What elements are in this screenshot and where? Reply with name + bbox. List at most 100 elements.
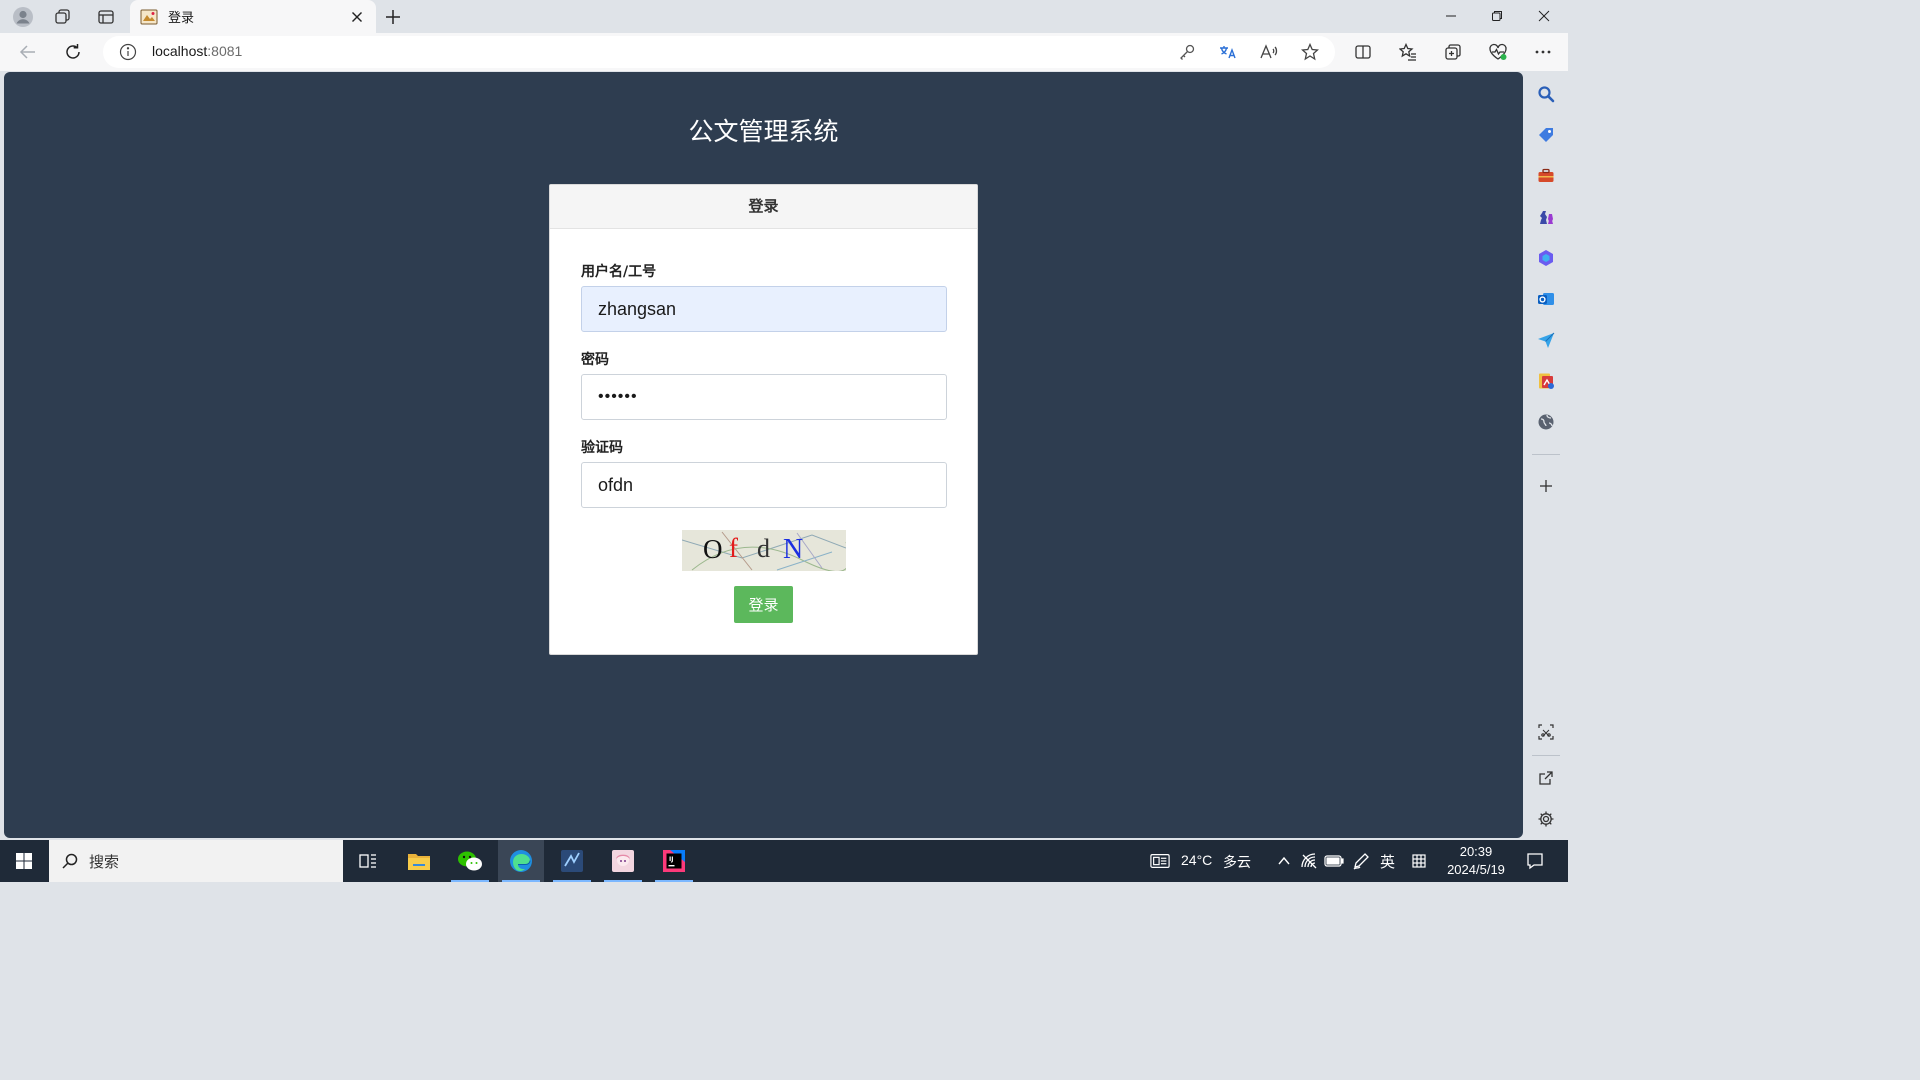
translate-button[interactable] [1217, 42, 1239, 62]
key-icon [1180, 44, 1195, 60]
captcha-input[interactable]: ofdn [581, 462, 947, 508]
profile-button[interactable] [7, 3, 39, 31]
vertical-tabs-button[interactable] [90, 3, 122, 31]
battery-icon[interactable] [1324, 851, 1344, 871]
notification-center-button[interactable] [1525, 851, 1545, 871]
tab-login[interactable]: 登录 [130, 0, 376, 33]
sidebar-office-button[interactable] [1535, 370, 1557, 392]
task-view-button[interactable] [345, 840, 391, 882]
info-icon[interactable] [119, 43, 137, 61]
search-icon [62, 853, 78, 869]
folder-icon [408, 854, 430, 870]
ime-mode-icon[interactable] [1409, 851, 1429, 871]
sidebar-web-button[interactable] [1535, 411, 1557, 433]
settings-more-button[interactable] [1528, 38, 1558, 66]
captcha-char: d [757, 534, 770, 563]
office-app-icon [1539, 373, 1554, 389]
split-screen-icon [1355, 45, 1371, 59]
tab-strip: 登录 [0, 0, 1568, 33]
login-card: 登录 用户名/工号 zhangsan 密码 •••••• 验证码 ofdn O … [549, 184, 978, 655]
sidebar-send-button[interactable] [1535, 329, 1557, 351]
collections-icon [1445, 44, 1461, 60]
username-label: 用户名/工号 [581, 264, 657, 280]
weather-icon[interactable] [1150, 851, 1170, 871]
sidebar-divider [1532, 755, 1560, 756]
gear-icon [1538, 811, 1554, 827]
collections-button[interactable] [1438, 38, 1468, 66]
network-icon[interactable] [1299, 851, 1319, 871]
taskbar-search-box[interactable]: 搜索 [49, 840, 343, 882]
address-bar[interactable]: localhost:8081 [103, 36, 1335, 68]
sidebar-screenshot-button[interactable] [1535, 721, 1557, 743]
taskbar-app-file-explorer[interactable] [396, 840, 442, 882]
password-key-button[interactable] [1176, 42, 1198, 62]
chess-icon [1540, 211, 1553, 224]
intellij-icon: IJ [663, 850, 685, 872]
taskbar-app-intellij[interactable]: IJ [651, 840, 697, 882]
back-button[interactable] [13, 38, 43, 66]
screenshot-icon [1538, 724, 1554, 740]
code-editor-icon [561, 850, 583, 872]
favorites-button[interactable] [1393, 38, 1423, 66]
captcha-image[interactable]: O f d N [682, 530, 846, 571]
sidebar-outlook-button[interactable] [1535, 288, 1557, 310]
sidebar-search-button[interactable] [1535, 83, 1557, 105]
browser-essentials-button[interactable] [1483, 38, 1513, 66]
sidebar-shopping-button[interactable] [1535, 124, 1557, 146]
weather-condition[interactable]: 多云 [1223, 852, 1251, 872]
sidebar-tools-button[interactable] [1535, 165, 1557, 187]
close-icon [352, 11, 362, 22]
taskbar-app-edge[interactable] [498, 840, 544, 882]
sidebar-settings-button[interactable] [1535, 808, 1557, 830]
sidebar-divider [1532, 454, 1560, 455]
open-external-icon [1539, 771, 1553, 785]
login-card-header: 登录 [550, 185, 977, 229]
split-screen-button[interactable] [1348, 38, 1378, 66]
globe-icon [1538, 414, 1554, 430]
pen-ink-icon[interactable] [1351, 851, 1371, 871]
taskbar-app-image-viewer[interactable] [600, 840, 646, 882]
read-aloud-icon [1260, 44, 1278, 59]
taskbar-app-code-editor[interactable] [549, 840, 595, 882]
captcha-graphic: O f d N [682, 530, 846, 571]
plus-icon [1540, 480, 1552, 492]
clock-time: 20:39 [1459, 844, 1493, 859]
address-url[interactable]: localhost:8081 [152, 43, 242, 59]
back-arrow-icon [19, 45, 35, 59]
plus-icon [386, 10, 400, 24]
sidebar-games-button[interactable] [1535, 206, 1557, 228]
workspaces-button[interactable] [47, 3, 79, 31]
new-tab-button[interactable] [377, 3, 409, 31]
username-input[interactable]: zhangsan [581, 286, 947, 332]
tray-overflow-button[interactable] [1274, 851, 1294, 871]
read-aloud-button[interactable] [1258, 42, 1280, 62]
refresh-button[interactable] [58, 38, 88, 66]
favorites-list-icon [1399, 43, 1416, 61]
ime-language[interactable]: 英 [1380, 851, 1395, 872]
minimize-button[interactable] [1428, 0, 1474, 32]
password-input[interactable]: •••••• [581, 374, 947, 420]
running-indicator [604, 880, 642, 882]
weather-temp[interactable]: 24°C [1181, 852, 1212, 868]
taskbar-app-wechat[interactable] [447, 840, 493, 882]
login-button[interactable]: 登录 [734, 586, 793, 623]
wechat-icon [458, 851, 482, 871]
minimize-icon [1446, 15, 1456, 17]
sidebar-copilot-button[interactable] [1535, 247, 1557, 269]
sidebar-open-external-button[interactable] [1535, 767, 1557, 789]
captcha-char: N [783, 534, 803, 565]
restore-button[interactable] [1474, 0, 1520, 32]
paper-plane-icon [1538, 332, 1555, 348]
toolbox-icon [1538, 168, 1554, 182]
close-window-button[interactable] [1521, 0, 1567, 32]
captcha-char: f [729, 533, 738, 563]
running-indicator [451, 880, 489, 882]
captcha-label: 验证码 [581, 440, 623, 456]
favorite-star-button[interactable] [1299, 42, 1321, 62]
tab-close-button[interactable] [348, 8, 366, 26]
start-button[interactable] [0, 840, 48, 882]
translate-icon [1220, 46, 1236, 59]
taskbar-clock[interactable]: 20:39 2024/5/19 [1436, 843, 1516, 879]
sidebar-add-button[interactable] [1535, 475, 1557, 497]
tag-icon [1539, 128, 1553, 142]
